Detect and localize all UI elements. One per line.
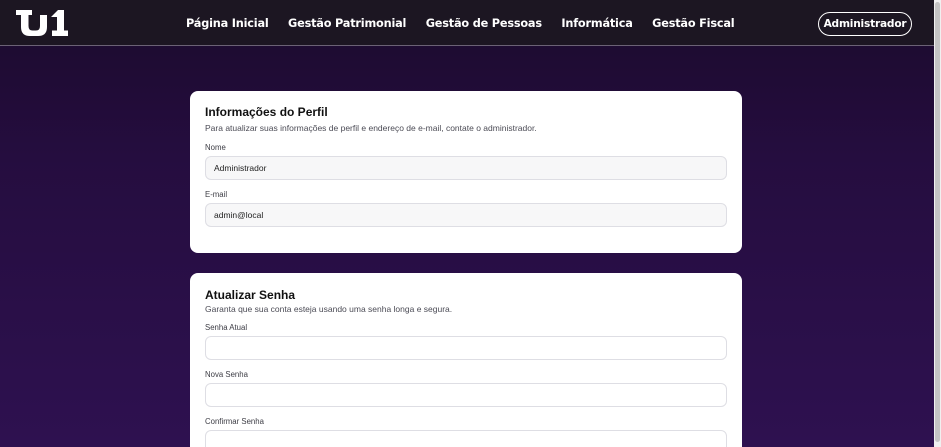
nav-informatica[interactable]: Informática bbox=[561, 17, 632, 30]
profile-card-title: Informações do Perfil bbox=[205, 105, 328, 119]
nav-gestao-fiscal[interactable]: Gestão Fiscal bbox=[652, 17, 734, 30]
current-password-label: Senha Atual bbox=[205, 323, 248, 332]
profile-info-card: Informações do Perfil Para atualizar sua… bbox=[190, 91, 742, 253]
page-scrollbar[interactable] bbox=[934, 0, 941, 447]
scrollbar-thumb[interactable] bbox=[935, 2, 940, 442]
password-card-description: Garanta que sua conta esteja usando uma … bbox=[205, 304, 453, 314]
new-password-label: Nova Senha bbox=[205, 370, 248, 379]
main-nav: Página Inicial Gestão Patrimonial Gestão… bbox=[186, 0, 754, 46]
current-password-field[interactable] bbox=[205, 336, 727, 360]
user-menu-button[interactable]: Administrador bbox=[818, 12, 912, 36]
nav-pagina-inicial[interactable]: Página Inicial bbox=[186, 17, 269, 30]
email-field[interactable] bbox=[205, 203, 727, 227]
name-field[interactable] bbox=[205, 156, 727, 180]
password-card-title: Atualizar Senha bbox=[205, 288, 296, 302]
update-password-card: Atualizar Senha Garanta que sua conta es… bbox=[190, 273, 742, 447]
nav-gestao-de-pessoas[interactable]: Gestão de Pessoas bbox=[426, 17, 542, 30]
top-navbar: U1 Página Inicial Gestão Patrimonial Ges… bbox=[0, 0, 934, 46]
email-label: E-mail bbox=[205, 190, 228, 199]
confirm-password-label: Confirmar Senha bbox=[205, 417, 264, 426]
name-label: Nome bbox=[205, 143, 226, 152]
new-password-field[interactable] bbox=[205, 383, 727, 407]
profile-card-description: Para atualizar suas informações de perfi… bbox=[205, 123, 537, 133]
nav-gestao-patrimonial[interactable]: Gestão Patrimonial bbox=[288, 17, 406, 30]
confirm-password-field[interactable] bbox=[205, 430, 727, 447]
u1-logo[interactable]: U1 bbox=[16, 9, 70, 37]
